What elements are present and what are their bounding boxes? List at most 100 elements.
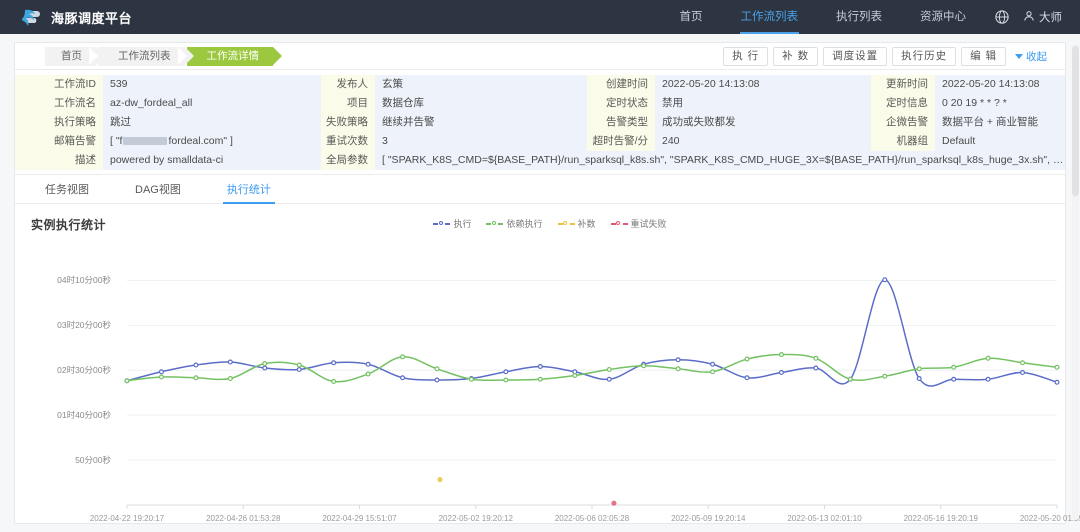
x-axis-tick: 2022-04-29 15:51:07 (322, 514, 397, 523)
run-button[interactable]: 执 行 (723, 46, 769, 66)
legend-label: 重试失败 (630, 219, 667, 229)
info-value-global-params: [ "SPARK_K8S_CMD=${BASE_PATH}/run_sparks… (375, 151, 1065, 170)
chart-legend: 执行 依赖执行 补数 重试失败 (15, 217, 1065, 230)
legend-item-retry-fail[interactable]: 重试失败 (610, 217, 667, 230)
info-label: 工作流名 (15, 94, 103, 113)
info-value-publisher: 玄策 (375, 75, 587, 94)
info-value-email-alert: [ "f fordeal.com" ] (103, 132, 321, 151)
chart-svg (124, 277, 1060, 509)
x-axis-tick: 2022-05-09 19:20:14 (671, 514, 746, 523)
x-axis-tick: 2022-05-13 02:01:10 (787, 514, 862, 523)
y-axis-tick: 50分00秒 (75, 455, 111, 466)
chart-plot-area: 50分00秒 01时40分00秒 02时30分00秒 03时20分00秒 04时10分0… (15, 240, 1080, 532)
app-root: 海豚调度平台 首页 工作流列表 执行列表 资源中心 大师 首页 工作流列表 工作… (0, 0, 1080, 532)
vertical-scrollbar-thumb[interactable] (1072, 46, 1079, 196)
info-label: 定时状态 (587, 94, 655, 113)
redacted-text (123, 137, 168, 146)
info-label: 邮箱告警 (15, 132, 103, 151)
info-row: 工作流名 az-dw_fordeal_all 项目 数据仓库 定时状态 禁用 定… (15, 94, 1065, 113)
schedule-settings-button[interactable]: 调度设置 (823, 46, 888, 66)
nav-item-workflow-list[interactable]: 工作流列表 (722, 0, 818, 34)
detail-tabs: 任务视图 DAG视图 执行统计 (15, 175, 1065, 204)
nav-item-execution-list[interactable]: 执行列表 (817, 0, 901, 34)
info-label: 创建时间 (587, 75, 655, 94)
info-label: 失败策略 (321, 113, 375, 132)
legend-item-backfill[interactable]: 补数 (557, 217, 596, 230)
chevron-down-icon (1015, 53, 1023, 59)
info-label: 定时信息 (871, 94, 935, 113)
breadcrumb-bar: 首页 工作流列表 工作流详情 执 行 补 数 调度设置 执行历史 编 辑 收起 (15, 43, 1065, 70)
info-value-schedule-cron: 0 20 19 * * ? * (935, 94, 1065, 113)
info-row: 邮箱告警 [ "f fordeal.com" ] 重试次数 3 超时告警/分 24… (15, 132, 1065, 151)
info-value-workflow-id: 539 (103, 75, 321, 94)
info-value-alert-type: 成功或失败都发 (655, 113, 871, 132)
info-row: 描述 powered by smalldata-ci 全局参数 [ "SPARK… (15, 151, 1065, 170)
x-axis-tick: 2022-05-16 19:20:19 (903, 514, 978, 523)
legend-marker-icon (557, 219, 575, 228)
nav-item-resource-center[interactable]: 资源中心 (901, 0, 985, 34)
action-toolbar: 执 行 补 数 调度设置 执行历史 编 辑 收起 (723, 46, 1057, 66)
legend-label: 执行 (453, 219, 472, 229)
info-label: 执行策略 (15, 113, 103, 132)
info-row: 执行策略 跳过 失败策略 继续并告警 告警类型 成功或失败都发 企微告警 数据平… (15, 113, 1065, 132)
y-axis-tick: 04时10分00秒 (57, 275, 111, 286)
info-label: 描述 (15, 151, 103, 170)
info-value-wecom-alert: 数据平台 + 商业智能 (935, 113, 1065, 132)
x-axis-tick: 2022-05-06 02:05:28 (554, 514, 630, 523)
legend-marker-icon (433, 219, 451, 228)
legend-label: 依赖执行 (506, 219, 543, 229)
info-value-retry-count: 3 (375, 132, 587, 151)
navbar-menu: 首页 工作流列表 执行列表 资源中心 大师 (661, 0, 1080, 34)
info-value-workflow-name: az-dw_fordeal_all (103, 94, 321, 113)
globe-icon[interactable] (985, 10, 1019, 24)
breadcrumb-item-workflow-list[interactable]: 工作流列表 (89, 46, 193, 66)
y-axis-tick: 03时20分00秒 (57, 320, 111, 331)
user-icon (1023, 10, 1035, 25)
info-value-create-time: 2022-05-20 14:13:08 (655, 75, 871, 94)
x-axis-tick: 2022-05-20 01:59:30 (1019, 514, 1080, 523)
x-axis-tick: 2022-04-26 01:53:28 (206, 514, 281, 523)
info-value-description: powered by smalldata-ci (103, 151, 321, 170)
collapse-label: 收起 (1026, 50, 1047, 63)
run-history-button[interactable]: 执行历史 (892, 46, 957, 66)
info-value-timeout-alert: 240 (655, 132, 871, 151)
info-label: 超时告警/分 (587, 132, 655, 151)
y-axis-tick: 01时40分00秒 (57, 410, 111, 421)
info-value-schedule-status: 禁用 (655, 94, 871, 113)
chart-panel: 实例执行统计 执行 依赖执行 补数 重试失败 50分00秒 01时40分00秒 … (15, 204, 1080, 532)
info-value-project: 数据仓库 (375, 94, 587, 113)
info-value-update-time: 2022-05-20 14:13:08 (935, 75, 1065, 94)
legend-marker-icon (610, 219, 628, 228)
legend-item-dependent-run[interactable]: 依赖执行 (486, 217, 543, 230)
info-value-worker-group: Default (935, 132, 1065, 151)
breadcrumb-item-workflow-detail[interactable]: 工作流详情 (177, 46, 282, 66)
dolphin-logo-icon (20, 6, 44, 28)
legend-label: 补数 (577, 219, 596, 229)
y-axis-tick: 02时30分00秒 (57, 365, 111, 376)
nav-item-home[interactable]: 首页 (661, 0, 722, 34)
tab-dag-view[interactable]: DAG视图 (135, 175, 181, 204)
info-label: 告警类型 (587, 113, 655, 132)
info-label: 企微告警 (871, 113, 935, 132)
info-label: 发布人 (321, 75, 375, 94)
tab-task-view[interactable]: 任务视图 (45, 175, 89, 204)
edit-button[interactable]: 编 辑 (961, 46, 1006, 66)
x-axis-tick: 2022-05-02 19:20:12 (438, 514, 513, 523)
top-navbar: 海豚调度平台 首页 工作流列表 执行列表 资源中心 大师 (0, 0, 1080, 34)
info-label: 重试次数 (321, 132, 375, 151)
legend-marker-icon (486, 219, 504, 228)
collapse-toggle[interactable]: 收起 (1011, 49, 1047, 64)
brand[interactable]: 海豚调度平台 (0, 6, 132, 28)
tab-execution-stats[interactable]: 执行统计 (222, 175, 275, 204)
brand-name: 海豚调度平台 (51, 10, 133, 26)
legend-item-run[interactable]: 执行 (433, 217, 471, 230)
x-axis-tick: 2022-04-22 19:20:17 (89, 514, 165, 523)
info-label: 项目 (321, 94, 375, 113)
user-menu[interactable]: 大师 (1019, 9, 1062, 25)
backfill-button[interactable]: 补 数 (773, 46, 819, 66)
info-row: 工作流ID 539 发布人 玄策 创建时间 2022-05-20 14:13:0… (15, 75, 1065, 94)
page-card: 首页 工作流列表 工作流详情 执 行 补 数 调度设置 执行历史 编 辑 收起 … (14, 42, 1080, 524)
info-value-fail-policy: 继续并告警 (375, 113, 587, 132)
user-name: 大师 (1039, 12, 1062, 24)
breadcrumb: 首页 工作流列表 工作流详情 (45, 46, 282, 66)
